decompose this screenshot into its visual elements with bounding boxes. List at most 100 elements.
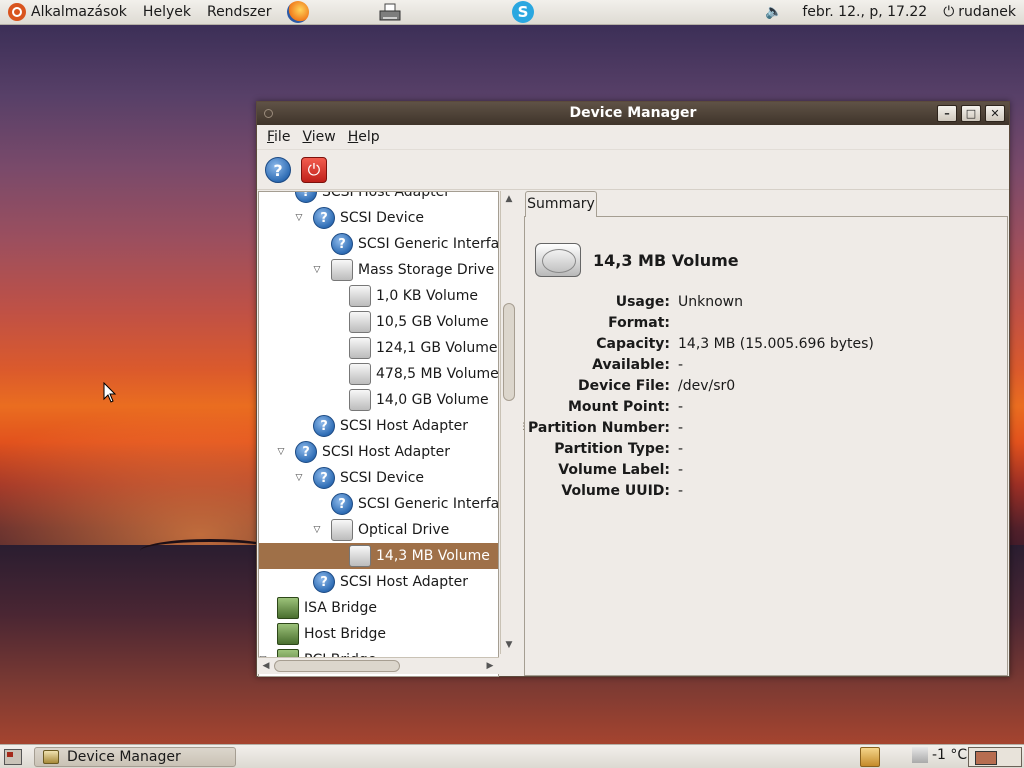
device-manager-icon <box>43 750 59 764</box>
tree-vertical-scrollbar[interactable]: ▲ ▼ <box>500 191 517 654</box>
user-name: rudanek <box>958 4 1016 20</box>
system-menu[interactable]: Rendszer <box>199 0 279 25</box>
tree-row[interactable]: 14,3 MB Volume <box>259 543 498 569</box>
drive-icon <box>349 311 371 333</box>
tree-row[interactable]: ? SCSI Host Adapter <box>259 413 498 439</box>
printer-icon[interactable] <box>378 3 402 23</box>
tree-horizontal-scrollbar[interactable]: ◀ ▶ <box>258 657 499 674</box>
unknown-device-icon: ? <box>295 441 317 463</box>
menu-file[interactable]: File <box>261 129 296 145</box>
tree-row[interactable]: 14,0 GB Volume <box>259 387 498 413</box>
trash-icon[interactable] <box>860 747 880 767</box>
tree-row[interactable]: ? SCSI Host Adapter <box>259 569 498 595</box>
scroll-up-icon[interactable]: ▲ <box>501 191 517 207</box>
clock[interactable]: febr. 12., p, 17.22 <box>794 0 935 25</box>
drive-icon <box>349 285 371 307</box>
tree-row-label: SCSI Generic Interface <box>358 236 499 252</box>
tree-row[interactable]: ISA Bridge <box>259 595 498 621</box>
property-value: /dev/sr0 <box>678 378 736 394</box>
property-value: - <box>678 483 684 499</box>
mouse-pointer-icon <box>103 382 117 403</box>
property-value: - <box>678 399 684 415</box>
scroll-down-icon[interactable]: ▼ <box>501 637 517 653</box>
expander-icon[interactable]: ▽ <box>293 465 305 491</box>
window-titlebar[interactable]: Device Manager – □ ✕ <box>257 102 1009 125</box>
menu-view[interactable]: View <box>296 129 341 145</box>
tab-summary[interactable]: Summary <box>525 191 597 217</box>
applications-menu[interactable]: Alkalmazások <box>0 0 135 25</box>
expander-icon[interactable]: ▽ <box>311 257 323 283</box>
property-row: Volume Label: - <box>525 460 1005 481</box>
tree-row[interactable]: 124,1 GB Volume <box>259 335 498 361</box>
taskbar-device-manager[interactable]: Device Manager <box>34 747 236 767</box>
tree-row[interactable]: 478,5 MB Volume <box>259 361 498 387</box>
tree-row[interactable]: 10,5 GB Volume <box>259 309 498 335</box>
top-panel: Alkalmazások Helyek Rendszer S 🔈 febr. 1… <box>0 0 1024 25</box>
tree-rows: ? SCSI Host Adapter ▽? SCSI Device? SCSI Gen… <box>259 192 499 673</box>
property-row: Partition Number: - <box>525 418 1005 439</box>
skype-icon[interactable]: S <box>512 1 534 23</box>
tree-vertical-scroll-thumb[interactable] <box>503 303 515 401</box>
tree-row[interactable]: ▽? SCSI Device <box>259 465 498 491</box>
tree-row-label: 1,0 KB Volume <box>376 288 479 304</box>
property-row: Device File: /dev/sr0 <box>525 376 1005 397</box>
workspace-switcher[interactable] <box>968 747 1022 767</box>
tree-row[interactable]: ▽? SCSI Host Adapter <box>259 439 498 465</box>
scroll-right-icon[interactable]: ▶ <box>482 658 498 674</box>
drive-icon <box>331 519 353 541</box>
property-row: Volume UUID: - <box>525 481 1005 502</box>
bridge-chip-icon <box>277 597 299 619</box>
scroll-left-icon[interactable]: ◀ <box>258 658 274 674</box>
drive-icon <box>349 363 371 385</box>
tree-row[interactable]: ? SCSI Generic Interface <box>259 491 499 517</box>
tree-row-label: SCSI Host Adapter <box>340 574 468 590</box>
hard-disk-icon <box>535 243 581 277</box>
window-menu-icon[interactable] <box>264 109 273 118</box>
places-menu[interactable]: Helyek <box>135 0 199 25</box>
firefox-launcher[interactable] <box>279 0 317 25</box>
volume-icon[interactable]: 🔈 <box>765 4 782 20</box>
menu-help[interactable]: Help <box>342 129 386 145</box>
unknown-device-icon: ? <box>331 233 353 255</box>
drive-icon <box>349 545 371 567</box>
property-row: Capacity: 14,3 MB (15.005.696 bytes) <box>525 334 1005 355</box>
tree-row[interactable]: ▽ Mass Storage Drive <box>259 257 498 283</box>
property-key: Format: <box>608 315 670 331</box>
tree-row[interactable]: ▽? SCSI Device <box>259 205 498 231</box>
property-key: Available: <box>592 357 670 373</box>
close-button[interactable]: ✕ <box>985 105 1005 122</box>
expander-icon[interactable]: ▽ <box>275 439 287 465</box>
property-list: Usage: Unknown Format: Capacity: 14,3 MB (15… <box>525 292 1005 502</box>
tree-row-label: SCSI Host Adapter <box>340 418 468 434</box>
summary-panel: 14,3 MB Volume Usage: Unknown Format: Capac… <box>524 216 1008 676</box>
unknown-device-icon: ? <box>313 571 335 593</box>
help-button[interactable]: ? <box>265 156 291 183</box>
tree-row-label: SCSI Generic Interface <box>358 496 499 512</box>
tree-row[interactable]: ? SCSI Generic Interface <box>259 231 499 257</box>
maximize-button[interactable]: □ <box>961 105 981 122</box>
device-manager-window: Device Manager – □ ✕ File View Help ? ⏻ … <box>256 101 1010 677</box>
expander-icon[interactable]: ▽ <box>293 205 305 231</box>
tree-row[interactable]: Host Bridge <box>259 621 498 647</box>
quit-button[interactable]: ⏻ <box>301 156 327 183</box>
drive-icon <box>349 389 371 411</box>
unknown-device-icon: ? <box>295 192 317 203</box>
device-tree[interactable]: ? SCSI Host Adapter ▽? SCSI Device? SCSI Gen… <box>258 191 499 677</box>
tree-row[interactable]: ▽ Optical Drive <box>259 517 498 543</box>
tree-row[interactable]: ? SCSI Host Adapter <box>259 192 498 205</box>
tree-row-label: ISA Bridge <box>304 600 377 616</box>
tree-row-label: 14,3 MB Volume <box>376 548 490 564</box>
tree-row-label: 10,5 GB Volume <box>376 314 489 330</box>
volume-header: 14,3 MB Volume <box>535 243 739 277</box>
property-row: Mount Point: - <box>525 397 1005 418</box>
property-value: - <box>678 420 684 436</box>
applications-menu-label: Alkalmazások <box>31 4 127 20</box>
temperature: -1 °C <box>932 747 968 763</box>
tree-row[interactable]: 1,0 KB Volume <box>259 283 498 309</box>
show-desktop-button[interactable] <box>4 748 22 765</box>
expander-icon[interactable]: ▽ <box>311 517 323 543</box>
weather-applet[interactable]: -1 °C <box>912 747 967 763</box>
tree-horizontal-scroll-thumb[interactable] <box>274 660 400 672</box>
user-menu[interactable]: ⏻ rudanek <box>935 0 1024 25</box>
minimize-button[interactable]: – <box>937 105 957 122</box>
